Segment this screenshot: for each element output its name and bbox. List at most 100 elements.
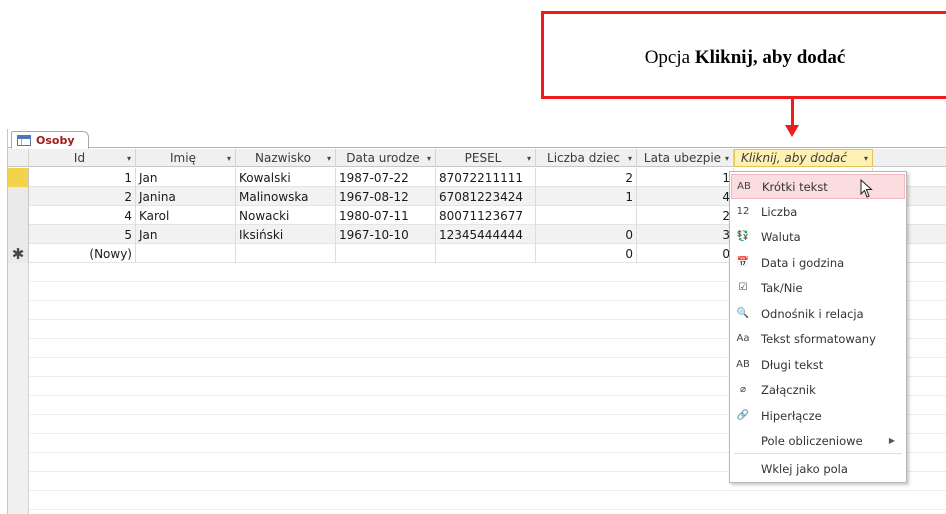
cell-data[interactable]: 1980-07-11 [336,206,436,225]
menu-item-label: Długi tekst [761,357,824,372]
menu-item-krótki-tekst[interactable]: AB Krótki tekst [731,174,905,199]
record-selector[interactable] [8,187,29,206]
menu-item-label: Tak/Nie [761,280,803,295]
record-selector[interactable] [8,168,29,187]
cell-data[interactable]: 1967-10-10 [336,225,436,244]
cell-pesel[interactable]: 12345444444 [436,225,536,244]
menu-item-tekst-sformatowany[interactable]: Aa Tekst sformatowany [731,326,905,351]
sort-dropdown-icon[interactable]: ▾ [527,154,531,163]
menu-item-liczba[interactable]: 12 Liczba [731,199,905,224]
cell-pesel[interactable] [436,244,536,263]
cell-id[interactable]: 5 [29,225,136,244]
column-header-row: Id ▾ Imię ▾ Nazwisko ▾ Data urodze ▾ PESEL ▾ Liczb… [8,149,946,167]
column-header-data[interactable]: Data urodze ▾ [336,149,436,167]
submenu-arrow-icon: ▶ [888,436,895,445]
cell-nazwisko[interactable]: Malinowska [236,187,336,206]
menu-item-label: Data i godzina [761,255,845,270]
menu-item-pole-obliczeniowe[interactable]: Pole obliczeniowe ▶ [731,428,905,453]
sort-dropdown-icon[interactable]: ▾ [427,154,431,163]
cell-data[interactable]: 1967-08-12 [336,187,436,206]
currency-icon: 💱 [736,231,750,242]
column-header-pesel[interactable]: PESEL ▾ [436,149,536,167]
cell-id[interactable]: (Nowy) [29,244,136,263]
field-type-dropdown: AB Krótki tekst 12 Liczba 💱 Waluta 📅 Data i god… [729,171,907,483]
callout-arrow-line [791,99,794,127]
menu-item-label: Pole obliczeniowe [761,433,863,448]
menu-separator [734,453,902,454]
menu-item-label: Hiperłącze [761,408,822,423]
menu-item-data-i-godzina[interactable]: 📅 Data i godzina [731,250,905,275]
menu-item-odnośnik-i-relacja[interactable]: 🔍 Odnośnik i relacja [731,301,905,326]
cell-imie[interactable]: Jan [136,225,236,244]
sort-dropdown-icon[interactable]: ▾ [725,154,729,163]
menu-item-label: Liczba [761,204,798,219]
menu-item-label: Tekst sformatowany [761,331,876,346]
rich-text-icon: Aa [736,333,750,344]
cell-lata[interactable]: 3 [637,225,734,244]
cell-imie[interactable]: Jan [136,168,236,187]
hyperlink-icon: 🔗 [736,410,750,421]
callout-bold: Kliknij, aby dodać [694,47,846,68]
column-header-id[interactable]: Id ▾ [29,149,136,167]
cell-imie[interactable] [136,244,236,263]
add-field-label: Kliknij, aby dodać [741,151,847,165]
add-field-header[interactable]: Kliknij, aby dodać ▾ [734,149,873,167]
column-header-lata[interactable]: Lata ubezpie ▾ [637,149,734,167]
menu-item-długi-tekst[interactable]: AB Długi tekst [731,352,905,377]
record-selector[interactable] [8,225,29,244]
cell-lata[interactable]: 2 [637,206,734,225]
select-all-corner[interactable] [8,149,29,166]
cell-liczba[interactable]: 0 [536,244,637,263]
cell-liczba[interactable] [536,206,637,225]
cell-pesel[interactable]: 67081223424 [436,187,536,206]
cell-liczba[interactable]: 2 [536,168,637,187]
callout-prefix: Opcja [644,47,691,68]
menu-item-label: Waluta [761,229,801,244]
cell-nazwisko[interactable]: Kowalski [236,168,336,187]
cell-data[interactable]: 1987-07-22 [336,168,436,187]
column-header-label: PESEL [464,151,502,165]
menu-item-waluta[interactable]: 💱 Waluta [731,224,905,249]
cell-pesel[interactable]: 87072211111 [436,168,536,187]
cell-nazwisko[interactable]: Nowacki [236,206,336,225]
record-selector[interactable] [8,206,29,225]
cell-nazwisko[interactable] [236,244,336,263]
sort-dropdown-icon[interactable]: ▾ [127,154,131,163]
new-record-selector[interactable]: ✱ [8,244,29,263]
cell-id[interactable]: 2 [29,187,136,206]
column-header-label: Lata ubezpie [643,151,722,165]
cell-id[interactable]: 1 [29,168,136,187]
sort-dropdown-icon[interactable]: ▾ [227,154,231,163]
cell-imie[interactable]: Janina [136,187,236,206]
menu-item-wklej-jako-pola[interactable]: Wklej jako pola [731,456,905,481]
cell-data[interactable] [336,244,436,263]
cell-pesel[interactable]: 80071123677 [436,206,536,225]
tab-label: Osoby [36,133,75,147]
cell-lata[interactable]: 4 [637,187,734,206]
attachment-icon: ⌀ [739,384,747,395]
cell-lata[interactable]: 1 [637,168,734,187]
yes-no-icon: ☑ [738,282,748,293]
menu-item-hiperłącze[interactable]: 🔗 Hiperłącze [731,403,905,428]
column-header-label: Imię [170,151,196,165]
tab-strip: Osoby [8,129,946,149]
cell-id[interactable]: 4 [29,206,136,225]
tab-osoby[interactable]: Osoby [11,131,89,149]
cell-nazwisko[interactable]: Iksiński [236,225,336,244]
cell-lata[interactable]: 0 [637,244,734,263]
sort-dropdown-icon[interactable]: ▾ [628,154,632,163]
cell-liczba[interactable]: 0 [536,225,637,244]
cell-liczba[interactable]: 1 [536,187,637,206]
menu-item-label: Krótki tekst [762,179,828,194]
menu-item-załącznik[interactable]: ⌀ Załącznik [731,377,905,402]
column-header-liczba[interactable]: Liczba dziec ▾ [536,149,637,167]
short-text-icon: AB [737,181,751,192]
add-field-dropdown-icon[interactable]: ▾ [864,154,868,163]
cell-imie[interactable]: Karol [136,206,236,225]
empty-selector-column [8,263,29,514]
column-header-label: Liczba dziec [547,151,620,165]
menu-item-tak-nie[interactable]: ☑ Tak/Nie [731,275,905,300]
column-header-imie[interactable]: Imię ▾ [136,149,236,167]
column-header-nazwisko[interactable]: Nazwisko ▾ [236,149,336,167]
sort-dropdown-icon[interactable]: ▾ [327,154,331,163]
